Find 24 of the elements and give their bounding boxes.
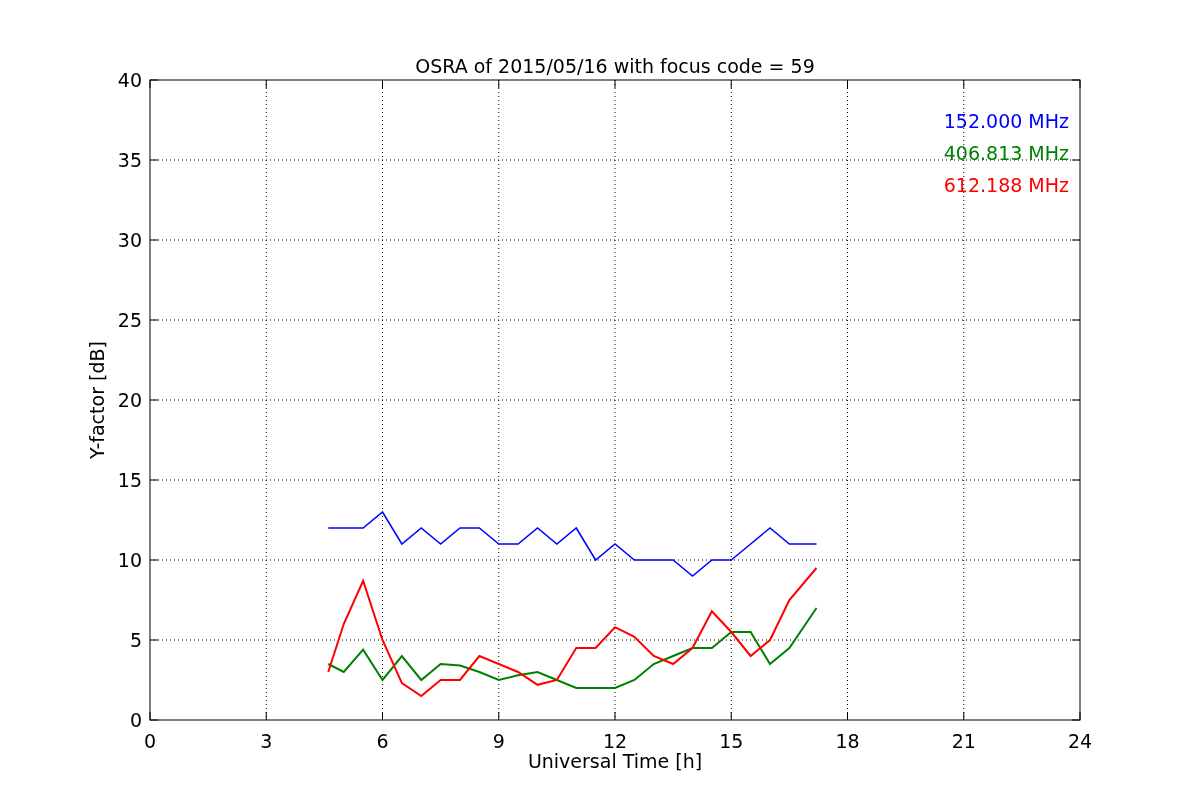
y-tick-label: 5	[129, 629, 142, 651]
legend-label: 152.000 MHz	[943, 110, 1069, 132]
y-tick-label: 30	[117, 229, 142, 251]
y-tick-label: 20	[117, 389, 142, 411]
x-tick-label: 9	[492, 730, 505, 752]
x-tick-label: 0	[143, 730, 157, 752]
y-axis-label: Y-factor [dB]	[86, 341, 108, 459]
y-tick-label: 0	[129, 709, 142, 731]
x-tick-label: 18	[835, 730, 860, 752]
x-tick-label: 6	[376, 730, 389, 752]
y-tick-label: 25	[117, 309, 142, 331]
x-tick-label: 12	[602, 730, 628, 752]
legend-label: 406.813 MHz	[943, 142, 1069, 164]
x-axis-label: Universal Time [h]	[527, 750, 703, 772]
y-tick-label: 35	[117, 149, 142, 171]
x-tick-label: 15	[719, 730, 744, 752]
y-tick-label: 40	[117, 69, 142, 91]
chart-title: OSRA of 2015/05/16 with focus code = 59	[415, 55, 815, 77]
y-tick-label: 10	[117, 549, 142, 571]
y-tick-label: 15	[117, 469, 142, 491]
x-tick-label: 21	[951, 730, 976, 752]
x-tick-label: 3	[260, 730, 273, 752]
legend-label: 612.188 MHz	[943, 174, 1069, 196]
x-tick-label: 24	[1067, 730, 1093, 752]
